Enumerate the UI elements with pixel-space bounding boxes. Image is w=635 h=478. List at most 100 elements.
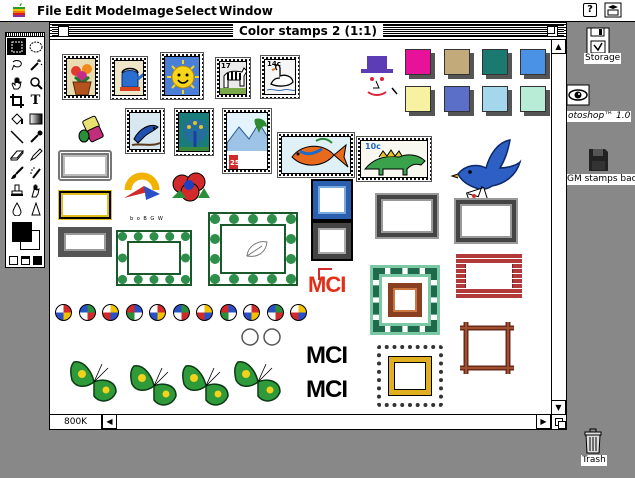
stamp-swan-14c: 14c — [260, 55, 300, 99]
storage-label: Storage — [584, 53, 622, 64]
lasso-tool-icon[interactable] — [26, 38, 45, 55]
menu-image[interactable]: Image — [132, 4, 174, 18]
photoshop-app-icon[interactable] — [566, 83, 590, 107]
trash-icon[interactable] — [583, 428, 603, 454]
full-screen-menu-icon[interactable] — [20, 255, 30, 265]
stamp-flowerpot — [62, 54, 100, 100]
size-box-icon[interactable] — [551, 414, 566, 429]
eraser-icon[interactable] — [7, 146, 26, 163]
brush-icon[interactable] — [7, 164, 26, 181]
scroll-down-arrow-icon[interactable]: ▼ — [551, 400, 566, 415]
paint-bucket-icon[interactable] — [7, 110, 26, 127]
gm-stamps-disk-icon[interactable] — [586, 148, 610, 172]
full-screen-icon[interactable] — [32, 255, 42, 265]
color-square-magenta — [405, 49, 431, 75]
scroll-right-arrow-icon[interactable]: ▶ — [536, 414, 551, 429]
frame-gold-inner — [389, 357, 431, 395]
smudge-icon[interactable] — [26, 182, 45, 199]
menu-mode[interactable]: Mode — [95, 4, 132, 18]
application-menu-icon[interactable] — [604, 2, 622, 18]
stamp-dinosaur-10c: 10c — [356, 136, 432, 182]
fish-image — [291, 137, 349, 168]
menu-edit[interactable]: Edit — [65, 4, 92, 18]
color-square-tan — [444, 49, 470, 75]
frame-gray-beveled-2 — [456, 200, 516, 242]
foreground-color-swatch[interactable] — [12, 222, 32, 242]
toolbox-palette: T — [5, 32, 45, 268]
airbrush-icon[interactable] — [26, 164, 45, 181]
beach-ball — [266, 304, 284, 321]
crop-tool-icon[interactable] — [7, 92, 26, 109]
color-square-periwinkle — [444, 86, 470, 112]
frame-gray-rope-small — [58, 150, 112, 181]
frame-ivy-inner-brown — [388, 283, 422, 317]
horizontal-scrollbar[interactable]: 800K ◀ ▶ — [50, 414, 566, 429]
stamp-zebra: 17 — [215, 57, 251, 99]
ring-pair-graphic — [241, 328, 281, 346]
screen-mode-buttons — [8, 254, 43, 266]
menu-select[interactable]: Select — [175, 4, 217, 18]
magic-wand-icon[interactable] — [26, 56, 45, 73]
beach-ball — [78, 304, 96, 321]
stamp-bluebird — [125, 108, 165, 154]
beach-ball — [196, 304, 213, 321]
window-title-bar[interactable]: Color stamps 2 (1:1) — [50, 23, 566, 40]
color-square-pale-yellow — [405, 86, 431, 112]
beach-ball — [125, 304, 143, 321]
standard-window-icon[interactable] — [9, 255, 19, 265]
help-menu-icon[interactable]: ? — [583, 3, 597, 17]
frame-gray-beveled-1 — [377, 195, 437, 237]
stamp-10c-value: 10c — [365, 142, 381, 151]
bluebird-image — [131, 125, 160, 146]
butterfly-graphic — [233, 361, 281, 402]
color-square-mint — [520, 86, 546, 112]
frame-green-rope-1 — [118, 232, 190, 284]
frame-gold-rope — [58, 190, 112, 220]
sharpen-icon[interactable] — [26, 200, 45, 217]
close-box-icon[interactable] — [58, 26, 69, 37]
beach-ball — [219, 304, 237, 321]
line-tool-icon[interactable] — [7, 128, 26, 145]
butterfly-graphic — [181, 365, 229, 406]
zoom-box-icon[interactable] — [547, 26, 558, 37]
blur-icon[interactable] — [7, 200, 26, 217]
mci-logo-black-1: MCI — [306, 342, 348, 369]
frame-brick — [456, 254, 522, 298]
frame-green-rope-2 — [210, 214, 296, 284]
lasso-freeform-icon[interactable] — [7, 56, 26, 73]
frame-wood-sticks — [460, 322, 514, 374]
scroll-up-arrow-icon[interactable]: ▲ — [551, 39, 566, 54]
mci-logo-black-2: MCI — [306, 376, 348, 403]
flowerpot-image — [71, 64, 92, 95]
apple-menu-icon[interactable] — [12, 2, 26, 18]
document-size-field[interactable]: 800K — [50, 415, 102, 429]
color-square-blue — [520, 49, 546, 75]
menu-window[interactable]: Window — [219, 4, 273, 18]
gradient-tool-icon[interactable] — [26, 110, 45, 127]
frame-ornate-black — [311, 221, 353, 261]
color-swatches — [12, 222, 40, 250]
beach-ball — [149, 304, 166, 321]
flower-ribbon-graphic — [172, 172, 210, 202]
type-tool-icon[interactable]: T — [26, 92, 45, 109]
peacock-image — [179, 119, 209, 151]
vertical-scrollbar[interactable]: ▲ ▼ — [551, 39, 566, 415]
marquee-tool-icon[interactable] — [7, 38, 26, 55]
toolbox-drag-bar[interactable] — [6, 33, 44, 37]
zoom-tool-icon[interactable] — [26, 74, 45, 91]
pencil-icon[interactable] — [26, 146, 45, 163]
rubber-stamp-icon[interactable] — [7, 182, 26, 199]
eyedropper-icon[interactable] — [26, 128, 45, 145]
stamp-peacock — [174, 108, 214, 156]
menu-file[interactable]: File — [37, 4, 62, 18]
color-square-teal — [482, 49, 508, 75]
beach-ball — [102, 304, 119, 321]
image-canvas[interactable]: 17 14c 25 10c b o B G W MCI MCI MCI — [50, 40, 551, 414]
stamp-25-value: 25 — [230, 159, 240, 167]
hand-tool-icon[interactable] — [7, 74, 26, 91]
stamp-fish — [277, 132, 355, 178]
frame-ornate-blue — [311, 179, 353, 221]
scroll-left-arrow-icon[interactable]: ◀ — [102, 414, 117, 429]
butterfly-graphic — [69, 361, 117, 402]
logo-caption: b o B G W — [130, 216, 164, 222]
